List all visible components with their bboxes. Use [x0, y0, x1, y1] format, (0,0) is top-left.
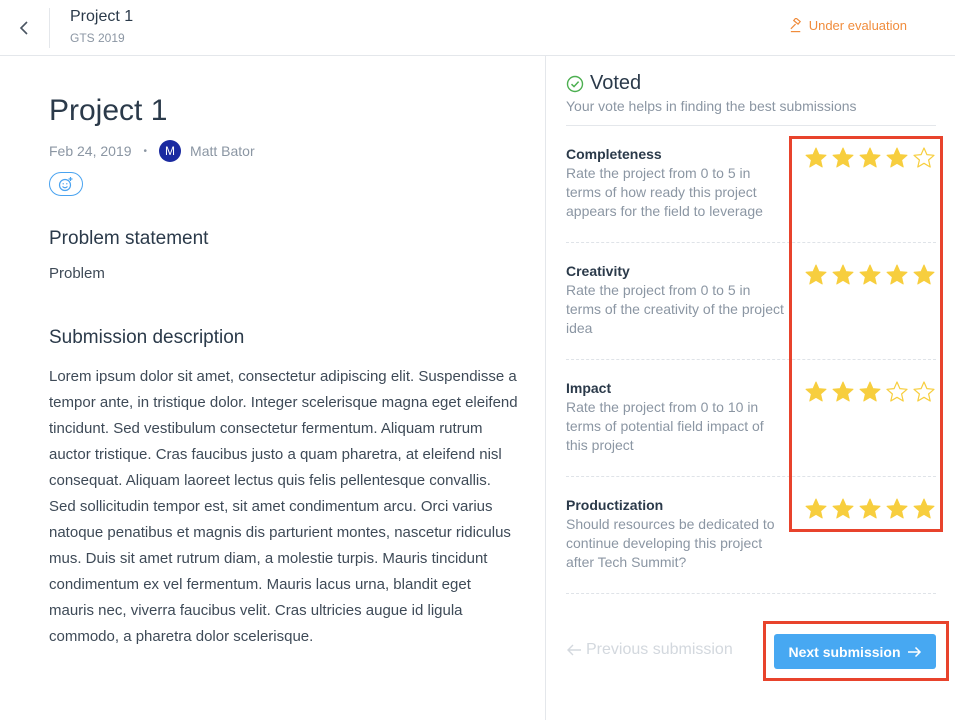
- star-filled-icon[interactable]: [885, 497, 909, 521]
- star-filled-icon[interactable]: [831, 497, 855, 521]
- voted-title: Voted: [590, 72, 642, 94]
- criterion-description: Rate the project from 0 to 10 in terms o…: [566, 399, 764, 453]
- star-filled-icon[interactable]: [831, 263, 855, 287]
- star-empty-icon[interactable]: [912, 380, 936, 404]
- divider: [49, 8, 50, 48]
- star-filled-icon[interactable]: [804, 146, 828, 170]
- divider: [566, 242, 936, 243]
- vote-panel: Voted Your vote helps in finding the bes…: [546, 56, 955, 720]
- description-text: Lorem ipsum dolor sit amet, consectetur …: [49, 368, 518, 645]
- author-name[interactable]: Matt Bator: [190, 143, 255, 159]
- divider: [566, 359, 936, 360]
- star-filled-icon[interactable]: [804, 380, 828, 404]
- submission-date: Feb 24, 2019: [49, 143, 132, 159]
- description-heading: Submission description: [49, 327, 245, 348]
- criterion-description: Rate the project from 0 to 5 in terms of…: [566, 165, 763, 219]
- star-rating[interactable]: [804, 497, 936, 521]
- criterion-description: Rate the project from 0 to 5 in terms of…: [566, 282, 784, 336]
- voted-heading: Voted: [566, 72, 641, 95]
- rating-criterion: Completeness Rate the project from 0 to 5…: [566, 146, 936, 221]
- header-subtitle: GTS 2019: [70, 31, 125, 45]
- divider: [566, 476, 936, 477]
- header-title: Project 1: [70, 8, 134, 25]
- chevron-left-icon: [19, 21, 28, 35]
- voted-subtitle: Your vote helps in finding the best subm…: [566, 98, 857, 114]
- status-text: Under evaluation: [808, 18, 907, 33]
- next-submission-button[interactable]: Next submission: [774, 634, 936, 669]
- star-rating[interactable]: [804, 380, 936, 404]
- arrow-left-icon: [567, 644, 581, 656]
- problem-text: Problem: [49, 265, 105, 282]
- check-circle-icon: [566, 75, 584, 92]
- criterion-description: Should resources be dedicated to continu…: [566, 516, 775, 570]
- add-reaction-button[interactable]: [49, 172, 83, 196]
- top-bar: Project 1 GTS 2019 Under evaluation: [0, 0, 955, 56]
- separator-dot: •: [143, 145, 148, 157]
- rating-criterion: Creativity Rate the project from 0 to 5 i…: [566, 263, 936, 338]
- gavel-icon: [790, 18, 801, 33]
- divider: [566, 593, 936, 594]
- star-filled-icon[interactable]: [804, 497, 828, 521]
- arrow-right-icon: [907, 646, 921, 657]
- divider: [566, 125, 936, 126]
- star-filled-icon[interactable]: [858, 497, 882, 521]
- star-filled-icon[interactable]: [885, 146, 909, 170]
- smiley-plus-icon: [58, 177, 73, 192]
- star-filled-icon[interactable]: [912, 263, 936, 287]
- star-filled-icon[interactable]: [858, 263, 882, 287]
- rating-criterion: Productization Should resources be dedica…: [566, 497, 936, 572]
- rating-criterion: Impact Rate the project from 0 to 10 in t…: [566, 380, 936, 455]
- submission-panel: Project 1 Feb 24, 2019 • M Matt Bator Pr…: [0, 56, 545, 720]
- previous-submission-button[interactable]: Previous submission: [566, 641, 733, 659]
- submission-meta: Feb 24, 2019 • M Matt Bator: [49, 140, 255, 162]
- star-filled-icon[interactable]: [858, 146, 882, 170]
- back-button[interactable]: [10, 14, 38, 42]
- star-filled-icon[interactable]: [858, 380, 882, 404]
- star-filled-icon[interactable]: [912, 497, 936, 521]
- previous-label: Previous submission: [586, 641, 733, 658]
- status-badge: Under evaluation: [789, 18, 907, 33]
- star-empty-icon[interactable]: [912, 146, 936, 170]
- star-empty-icon[interactable]: [885, 380, 909, 404]
- page-title: Project 1: [49, 94, 168, 127]
- star-filled-icon[interactable]: [804, 263, 828, 287]
- star-rating[interactable]: [804, 263, 936, 287]
- star-filled-icon[interactable]: [831, 146, 855, 170]
- star-filled-icon[interactable]: [831, 380, 855, 404]
- star-rating[interactable]: [804, 146, 936, 170]
- problem-heading: Problem statement: [49, 228, 209, 249]
- next-label: Next submission: [788, 643, 901, 660]
- star-filled-icon[interactable]: [885, 263, 909, 287]
- avatar[interactable]: M: [159, 140, 182, 162]
